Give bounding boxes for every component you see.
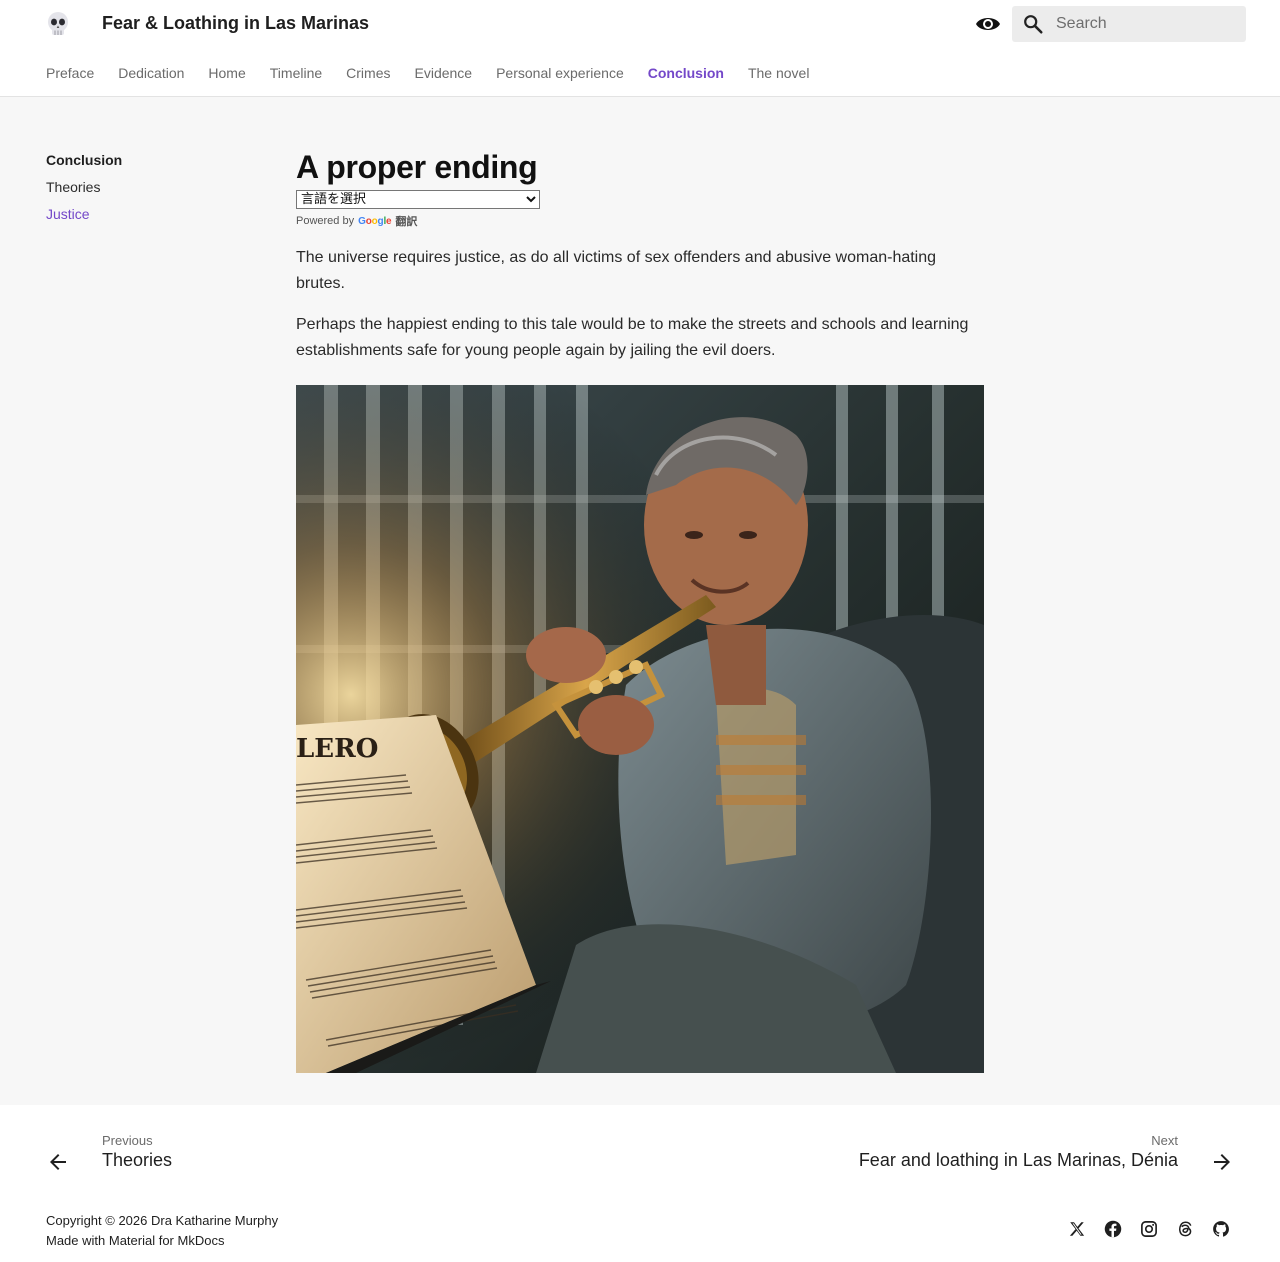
search-input[interactable] bbox=[1056, 6, 1242, 42]
sidebar-item-justice[interactable]: Justice bbox=[46, 206, 246, 222]
powered-by-label: Powered by bbox=[296, 215, 355, 227]
arrow-right-icon bbox=[1214, 1154, 1230, 1170]
copyright-text: Copyright © 2026 Dra Katharine Murphy bbox=[46, 1213, 279, 1228]
next-page-link[interactable]: Next Fear and loathing in Las Marinas, D… bbox=[814, 1133, 1234, 1177]
top-tabs: Preface Dedication Home Timeline Crimes … bbox=[0, 48, 1280, 97]
eye-icon[interactable] bbox=[974, 11, 1002, 37]
sidebar-nav: Conclusion Theories Justice bbox=[46, 152, 246, 233]
previous-title: Theories bbox=[102, 1150, 173, 1170]
google-logo[interactable]: Google bbox=[358, 216, 392, 227]
page-title: A proper ending bbox=[296, 149, 538, 185]
previous-label: Previous bbox=[102, 1133, 153, 1148]
facebook-icon[interactable] bbox=[1104, 1220, 1122, 1238]
social-links bbox=[1050, 1220, 1230, 1238]
tab-dedication[interactable]: Dedication bbox=[118, 65, 184, 81]
google-translate-credit: Powered by Google 翻訳 bbox=[296, 214, 984, 228]
tab-evidence[interactable]: Evidence bbox=[415, 65, 473, 81]
tab-personal-experience[interactable]: Personal experience bbox=[496, 65, 624, 81]
sheet-title-text: LERO bbox=[296, 734, 378, 764]
paragraph: The universe requires justice, as do all… bbox=[296, 249, 937, 292]
x-icon[interactable] bbox=[1068, 1220, 1086, 1238]
threads-icon[interactable] bbox=[1176, 1220, 1194, 1238]
sidebar-title: Conclusion bbox=[46, 152, 123, 168]
next-label: Next bbox=[1151, 1133, 1178, 1148]
site-title[interactable]: Fear & Loathing in Las Marinas bbox=[102, 13, 369, 34]
instagram-icon[interactable] bbox=[1140, 1220, 1158, 1238]
footer-meta: Copyright © 2026 Dra Katharine Murphy Ma… bbox=[0, 1199, 1280, 1262]
language-select[interactable]: 言語を選択 bbox=[296, 190, 540, 209]
main-area: Conclusion Theories Justice A proper end… bbox=[0, 97, 1280, 1105]
paragraph: Perhaps the happiest ending to this tale… bbox=[296, 316, 969, 359]
footer-navigation: Previous Theories Next Fear and loathing… bbox=[0, 1105, 1280, 1199]
skull-icon[interactable] bbox=[44, 10, 72, 38]
sidebar-item-theories[interactable]: Theories bbox=[46, 179, 246, 195]
search-icon bbox=[1024, 15, 1043, 34]
prisoner-trumpet-image: LERO bbox=[296, 385, 984, 1073]
tab-preface[interactable]: Preface bbox=[46, 65, 94, 81]
tab-conclusion[interactable]: Conclusion bbox=[648, 65, 724, 81]
tab-home[interactable]: Home bbox=[208, 65, 245, 81]
tab-timeline[interactable]: Timeline bbox=[270, 65, 322, 81]
arrow-left-icon bbox=[50, 1154, 66, 1170]
article: A proper ending 言語を選択 Powered by Google … bbox=[296, 149, 984, 1073]
github-icon[interactable] bbox=[1212, 1220, 1230, 1238]
site-header: Fear & Loathing in Las Marinas bbox=[0, 0, 1280, 48]
tab-the-novel[interactable]: The novel bbox=[748, 65, 809, 81]
next-title: Fear and loathing in Las Marinas, Dénia bbox=[858, 1150, 1178, 1170]
translate-label: 翻訳 bbox=[395, 216, 418, 228]
copyright: Copyright © 2026 Dra Katharine Murphy Ma… bbox=[46, 1211, 278, 1251]
search-box[interactable] bbox=[1012, 6, 1246, 42]
made-with-text[interactable]: Made with Material for MkDocs bbox=[46, 1231, 278, 1251]
tab-crimes[interactable]: Crimes bbox=[346, 65, 390, 81]
